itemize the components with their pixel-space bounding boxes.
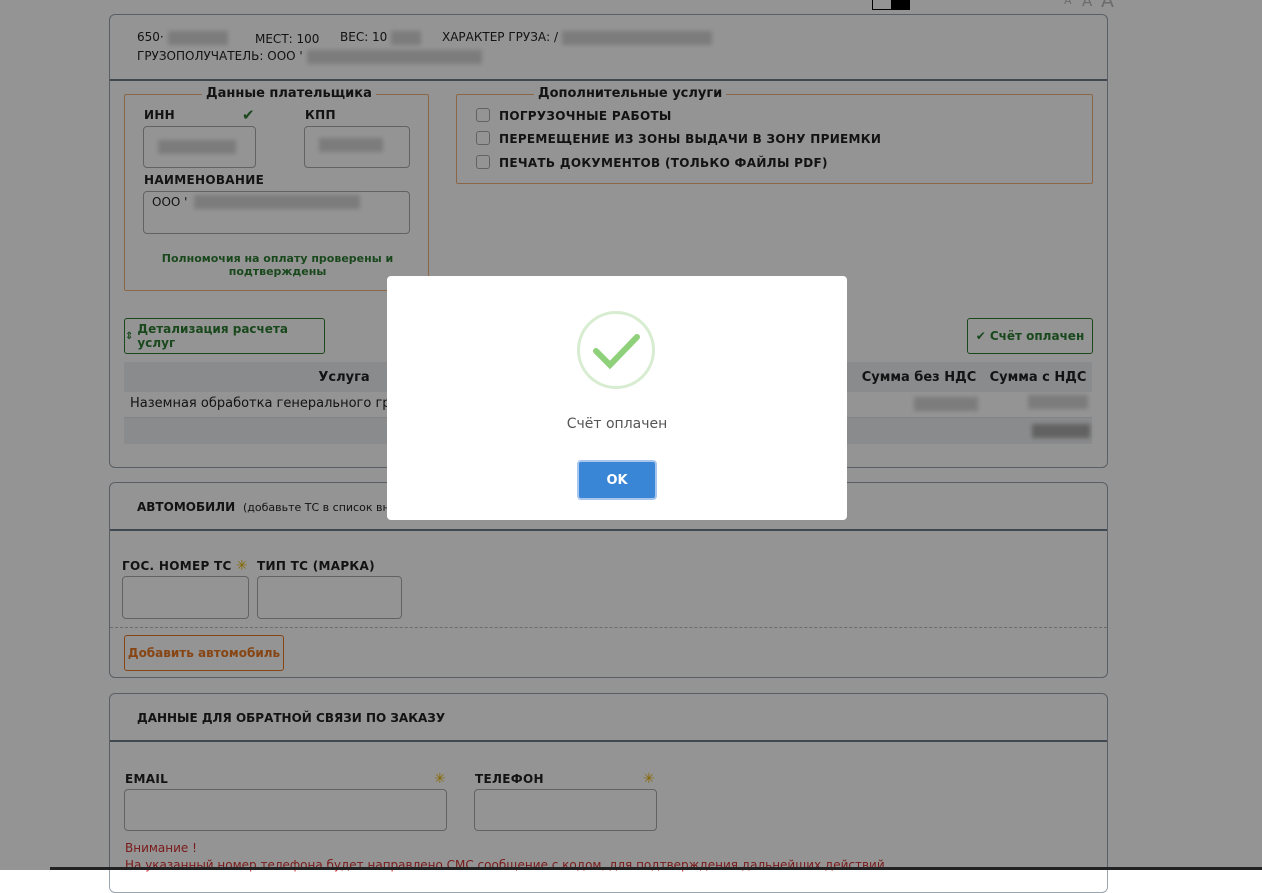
success-check-icon — [577, 311, 655, 389]
dialog-message: Счёт оплачен — [566, 416, 668, 432]
ok-button[interactable]: OK — [577, 460, 657, 500]
success-dialog: Счёт оплачен OK — [387, 276, 847, 520]
